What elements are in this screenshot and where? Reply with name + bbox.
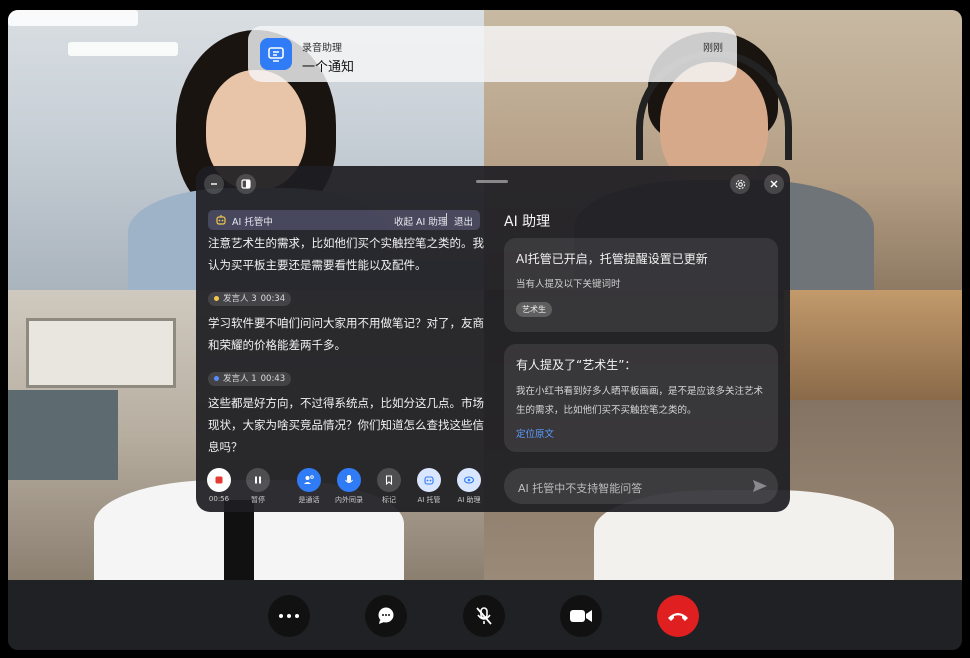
mute-button[interactable] [463,595,505,637]
record-stop-icon[interactable] [207,468,231,492]
speaker-mode-label: 是通话 [298,496,320,504]
send-icon[interactable] [752,478,768,494]
notification-message: 一个通知 [302,60,355,75]
whiteboard [26,318,176,388]
speaker-name: 发言人 1 [223,373,257,384]
notification-time: 刚刚 [703,43,723,54]
video-button[interactable] [560,595,602,637]
close-button[interactable] [764,174,784,194]
input-placeholder: AI 托管中不支持智能问答 [518,482,643,495]
speaker-time: 00:34 [260,293,286,304]
recording-duration: 00:56 [208,495,230,503]
speaker-dot [214,296,219,301]
ai-assistant-control-label: AI 助理 [457,496,481,504]
more-button[interactable] [268,595,310,637]
ai-assistant-control[interactable]: AI 助理 [454,468,484,505]
transcript-text: 这些都是好方向，不过得系统点，比如分这几点。市场现状，大家为啥买竞品情况？你们知… [208,396,484,454]
notification-app-name: 录音助理 [302,43,342,54]
office-printer [8,390,118,480]
chat-icon [378,607,394,624]
pause-icon[interactable] [246,468,270,492]
ai-host-control[interactable]: AI 托管 [414,468,444,505]
transcript-speaker-row: 发言人 3 00:34 [208,286,484,308]
transcript-list: 注意艺术生的需求，比如他们买个实触控笔之类的。我认为买平板主要还是需要看性能以及… [208,232,484,458]
ceiling-light [8,10,138,26]
card-title: AI托管已开启，托管提醒设置已更新 [516,252,708,266]
dual-record-label: 内外同录 [335,496,363,504]
card-title: 有人提及了“艺术生”： [516,358,637,372]
ai-host-status-bar: AI 托管中 收起 AI 助理 退出 [208,210,480,230]
settings-button[interactable] [730,174,750,194]
notification-banner[interactable]: 录音助理 一个通知 刚刚 [248,26,737,82]
transcript-text: 注意艺术生的需求，比如他们买个实触控笔之类的。我认为买平板主要还是需要看性能以及… [208,236,484,272]
ai-host-icon[interactable] [417,468,441,492]
speaker-badge: 发言人 3 00:34 [208,291,292,306]
speaker-mode-control[interactable]: 是通话 [294,468,324,505]
robot-icon [216,215,226,225]
ceiling-light [68,42,178,56]
ceiling-lamp-area [784,290,962,400]
keyword-tag[interactable]: 艺术生 [516,302,552,317]
card-subtitle: 当有人提及以下关键词时 [516,279,621,290]
more-icon [279,614,299,618]
transcript-text: 学习软件要不咱们问问大家用不用做笔记？对了，友商和荣耀的价格能差两千多。 [208,316,484,352]
end-call-button[interactable] [657,595,699,637]
call-toolbar [8,580,962,650]
person-tie [224,500,254,580]
keyword-mention-card: 有人提及了“艺术生”： 我在小红书看到好多人晒平板画画，是不是应该多关注艺术生的… [504,344,778,452]
split-view-icon [241,179,251,189]
chat-button[interactable] [365,595,407,637]
transcript-speaker-row: 发言人 1 00:43 [208,366,484,388]
pause-label: 暂停 [251,496,265,504]
speaker-badge: 发言人 1 00:43 [208,371,292,386]
pause-control[interactable]: 暂停 [243,468,273,505]
speaker-time: 00:43 [260,373,286,384]
exit-ai-host-link[interactable]: 退出 [454,214,473,228]
card-body: 我在小红书看到好多人晒平板画画，是不是应该多关注艺术生的需求，比如他们买不买触控… [516,386,764,416]
close-icon [770,180,778,188]
drag-handle[interactable] [476,180,508,183]
minimize-button[interactable] [204,174,224,194]
bookmark-icon[interactable] [377,468,401,492]
ai-assistant-panel: AI 托管中 收起 AI 助理 退出 注意艺术生的需求，比如他们买个实触控笔之类… [196,166,790,512]
ai-question-input[interactable]: AI 托管中不支持智能问答 [504,468,778,504]
video-icon [570,610,592,622]
end-call-icon [668,613,688,621]
gear-icon [735,179,745,189]
speaker-dot [214,376,219,381]
speaker-toggle-icon[interactable] [297,468,321,492]
meeting-screen: 录音助理 一个通知 刚刚 AI 托管中 收起 AI 助理 退出 注意艺术生的需求… [8,10,962,650]
microphone-icon[interactable] [337,468,361,492]
ai-assistant-title: AI 助理 [504,214,551,230]
split-view-button[interactable] [236,174,256,194]
stop-recording-control[interactable]: 00:56 [204,468,234,503]
divider [446,213,447,225]
ai-host-control-label: AI 托管 [417,496,441,504]
ai-assistant-icon[interactable] [457,468,481,492]
mic-muted-icon [476,607,492,625]
mark-control[interactable]: 标记 [374,468,404,505]
dual-record-control[interactable]: 内外同录 [334,468,364,505]
ai-host-enabled-card: AI托管已开启，托管提醒设置已更新 当有人提及以下关键词时 艺术生 [504,238,778,332]
locate-source-link[interactable]: 定位原文 [516,426,554,440]
collapse-ai-assistant-link[interactable]: 收起 AI 助理 [394,214,447,228]
speaker-name: 发言人 3 [223,293,257,304]
mark-label: 标记 [382,496,396,504]
recorder-app-icon [260,38,292,70]
ai-host-label: AI 托管中 [232,217,273,228]
